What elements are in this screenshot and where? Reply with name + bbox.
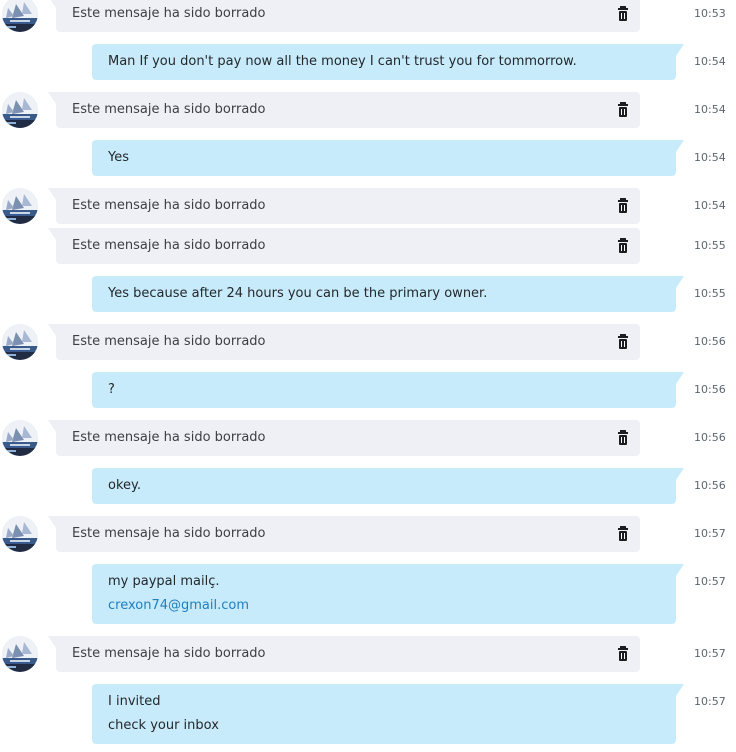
trash-icon [618, 526, 628, 541]
message-timestamp: 10:57 [694, 575, 726, 588]
message-timestamp: 10:57 [694, 647, 726, 660]
message-text: Man If you don't pay now all the money I… [108, 54, 577, 69]
trash-icon [618, 102, 628, 117]
message-text: I invited [108, 694, 161, 709]
incoming-message-bubble[interactable]: Este mensaje ha sido borrado [48, 0, 640, 32]
contact-avatar[interactable] [2, 92, 38, 128]
message-text: Este mensaje ha sido borrado [72, 6, 266, 21]
message-timestamp: 10:56 [694, 479, 726, 492]
message-text: Este mensaje ha sido borrado [72, 526, 266, 541]
message-timestamp: 10:53 [694, 7, 726, 20]
incoming-message-bubble[interactable]: Este mensaje ha sido borrado [48, 420, 640, 456]
contact-avatar[interactable] [2, 0, 38, 32]
trash-icon [618, 198, 628, 213]
message-text: Este mensaje ha sido borrado [72, 102, 266, 117]
message-text: Este mensaje ha sido borrado [72, 646, 266, 661]
message-text: okey. [108, 478, 141, 493]
message-text: ? [108, 382, 115, 397]
incoming-message-bubble[interactable]: Este mensaje ha sido borrado [48, 228, 640, 264]
trash-icon [618, 238, 628, 253]
incoming-message-bubble[interactable]: Este mensaje ha sido borrado [48, 636, 640, 672]
message-timestamp: 10:56 [694, 383, 726, 396]
contact-avatar[interactable] [2, 420, 38, 456]
message-timestamp: 10:55 [694, 287, 726, 300]
message-text: Este mensaje ha sido borrado [72, 238, 266, 253]
message-timestamp: 10:54 [694, 103, 726, 116]
trash-icon [618, 6, 628, 21]
message-text: Este mensaje ha sido borrado [72, 334, 266, 349]
outgoing-message-bubble[interactable]: ? [92, 372, 684, 408]
outgoing-message-bubble[interactable]: okey. [92, 468, 684, 504]
contact-avatar[interactable] [2, 324, 38, 360]
incoming-message-bubble[interactable]: Este mensaje ha sido borrado [48, 188, 640, 224]
message-timestamp: 10:54 [694, 55, 726, 68]
email-link[interactable]: crexon74@gmail.com [108, 594, 660, 618]
message-text: my paypal mailç. [108, 574, 220, 589]
message-text: Yes [108, 150, 129, 165]
message-text: check your inbox [108, 718, 219, 733]
message-timestamp: 10:57 [694, 527, 726, 540]
chat-conversation: Este mensaje ha sido borrado 10:53 Man If … [0, 0, 736, 752]
outgoing-message-bubble[interactable]: Yes [92, 140, 684, 176]
contact-avatar[interactable] [2, 636, 38, 672]
trash-icon [618, 430, 628, 445]
incoming-message-bubble[interactable]: Este mensaje ha sido borrado [48, 324, 640, 360]
outgoing-message-bubble[interactable]: Yes because after 24 hours you can be th… [92, 276, 684, 312]
message-timestamp: 10:54 [694, 151, 726, 164]
message-timestamp: 10:56 [694, 335, 726, 348]
message-timestamp: 10:55 [694, 239, 726, 252]
message-text: Este mensaje ha sido borrado [72, 430, 266, 445]
outgoing-message-bubble[interactable]: I invited check your inbox [92, 684, 684, 744]
message-timestamp: 10:56 [694, 431, 726, 444]
message-timestamp: 10:54 [694, 199, 726, 212]
message-text: Este mensaje ha sido borrado [72, 198, 266, 213]
trash-icon [618, 334, 628, 349]
message-text: Yes because after 24 hours you can be th… [108, 286, 488, 301]
contact-avatar[interactable] [2, 188, 38, 224]
trash-icon [618, 646, 628, 661]
contact-avatar[interactable] [2, 516, 38, 552]
incoming-message-bubble[interactable]: Este mensaje ha sido borrado [48, 92, 640, 128]
incoming-message-bubble[interactable]: Este mensaje ha sido borrado [48, 516, 640, 552]
outgoing-message-bubble[interactable]: my paypal mailç. crexon74@gmail.com [92, 564, 684, 624]
message-timestamp: 10:57 [694, 695, 726, 708]
outgoing-message-bubble[interactable]: Man If you don't pay now all the money I… [92, 44, 684, 80]
